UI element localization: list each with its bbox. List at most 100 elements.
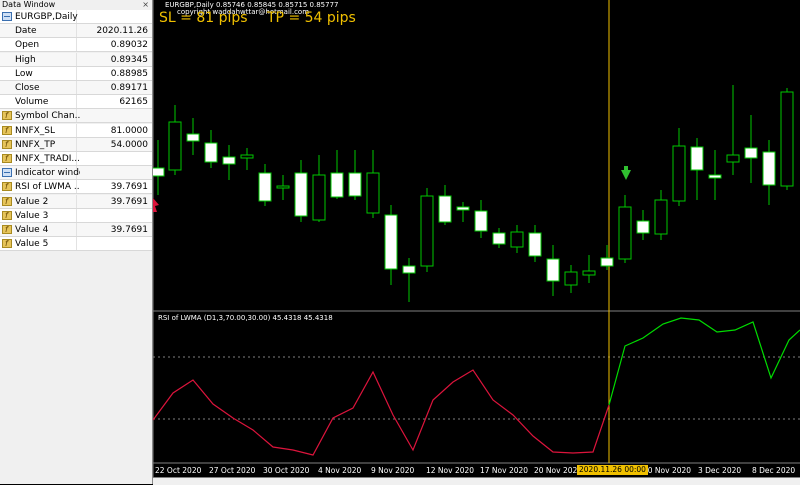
time-axis-label: 22 Oct 2020 — [155, 466, 202, 475]
indicator-icon — [2, 237, 12, 251]
time-axis-label: 12 Nov 2020 — [426, 466, 475, 475]
candle-body — [456, 206, 470, 211]
candle-body — [654, 199, 668, 235]
candle-body — [168, 121, 182, 171]
cursor-date-label: 2020.11.26 00:00 — [577, 465, 648, 475]
row-name: Value 2 — [15, 196, 49, 207]
row-value: 0.89032 — [110, 40, 148, 51]
row-name: RSI of LWMA ... — [15, 182, 80, 193]
row-value: 39.7691 — [110, 225, 148, 235]
data-window-row[interactable]: Volume 62165 — [0, 95, 152, 110]
candle-body — [384, 214, 398, 270]
row-name: Low — [15, 68, 33, 79]
candle-body — [492, 232, 506, 245]
candle-body — [690, 146, 704, 171]
data-window-title: Data Window — [0, 0, 152, 10]
row-name: Open — [15, 40, 40, 51]
candle-body — [312, 174, 326, 221]
chart-icon — [2, 168, 12, 178]
indicator-icon — [2, 180, 12, 194]
row-name: Indicator window 1 — [15, 168, 80, 179]
candle-body — [546, 258, 560, 282]
row-value: 54.0000 — [110, 139, 148, 150]
candle-body — [153, 167, 165, 177]
candle-body — [708, 174, 722, 179]
row-value: 81.0000 — [110, 125, 148, 136]
data-window-row[interactable]: Date 2020.11.26 — [0, 24, 152, 39]
data-window-row[interactable]: Value 3 — [0, 208, 152, 223]
arrow-up-icon — [153, 198, 159, 212]
indicator-icon — [2, 195, 12, 209]
data-window-row[interactable]: NNFX_SL 81.0000 — [0, 123, 152, 138]
candle-body — [330, 172, 344, 198]
time-axis-label: 30 Nov 2020 — [643, 466, 692, 475]
row-value: 0.89345 — [110, 54, 148, 65]
candle-body — [636, 220, 650, 234]
data-window-row[interactable]: RSI of LWMA ... 39.7691 — [0, 180, 152, 195]
data-window-row[interactable]: High 0.89345 — [0, 52, 152, 67]
rsi-line-down — [153, 369, 610, 456]
candle-body — [222, 156, 236, 165]
row-value: 39.7691 — [110, 196, 148, 207]
row-value: 2020.11.26 — [96, 26, 148, 37]
row-value: 0.88985 — [110, 68, 148, 79]
candle-body — [510, 231, 524, 248]
time-axis-label: 4 Nov 2020 — [318, 466, 362, 475]
data-window-panel: Data Window × EURGBP,Daily Date 2020.11.26… — [0, 0, 153, 484]
chart-canvas[interactable] — [153, 0, 800, 484]
candle-body — [186, 133, 200, 142]
candle-body — [474, 210, 488, 232]
data-window-row[interactable]: Close 0.89171 — [0, 81, 152, 95]
candle-body — [528, 232, 542, 257]
candle-body — [726, 154, 740, 163]
row-value: 39.7691 — [110, 182, 148, 193]
candle-body — [420, 195, 434, 267]
indicator-icon — [2, 124, 12, 138]
candle-body — [402, 265, 416, 274]
data-window-row[interactable]: Low 0.88985 — [0, 66, 152, 81]
row-name: Symbol Chan... — [15, 111, 80, 122]
arrow-down-stem — [624, 166, 628, 172]
indicator-icon — [2, 223, 12, 237]
indicator-icon — [2, 138, 12, 152]
candle-body — [672, 145, 686, 202]
candle-body — [258, 172, 272, 202]
tp-text: TP = 54 pips — [267, 10, 356, 26]
candle-body — [240, 154, 254, 159]
data-window-row[interactable]: Indicator window 1 — [0, 166, 152, 181]
data-window-row[interactable]: Open 0.89032 — [0, 38, 152, 53]
time-axis-label: 3 Dec 2020 — [698, 466, 742, 475]
data-window-row[interactable]: Value 4 39.7691 — [0, 223, 152, 237]
row-name: Value 3 — [15, 210, 49, 221]
chart-area[interactable]: EURGBP,Daily 0.85746 0.85845 0.85715 0.8… — [153, 0, 800, 484]
row-name: Date — [15, 26, 37, 37]
data-window-row[interactable]: NNFX_TRADI... — [0, 152, 152, 166]
rsi-indicator-label: RSI of LWMA (D1,3,70.00,30.00) 45.4318 4… — [158, 314, 333, 322]
row-name: Value 4 — [15, 225, 49, 235]
row-name: Close — [15, 83, 40, 93]
data-window-row[interactable]: NNFX_TP 54.0000 — [0, 137, 152, 152]
time-axis-label: 17 Nov 2020 — [480, 466, 529, 475]
candle-body — [744, 147, 758, 159]
data-window-row[interactable]: EURGBP,Daily — [0, 10, 152, 24]
time-axis-label: 30 Oct 2020 — [263, 466, 310, 475]
row-name: NNFX_TRADI... — [15, 154, 80, 164]
candle-body — [276, 185, 290, 189]
candle-body — [600, 257, 614, 267]
candle-body — [348, 172, 362, 197]
time-axis-label: 20 Nov 2020 — [534, 466, 583, 475]
indicator-icon — [2, 109, 12, 123]
candle-body — [564, 271, 578, 286]
candle-body — [366, 172, 380, 214]
time-axis-label: 27 Oct 2020 — [209, 466, 256, 475]
candle-body — [294, 172, 308, 217]
close-icon[interactable]: × — [142, 0, 149, 9]
candle-body — [582, 270, 596, 276]
row-name: NNFX_TP — [15, 139, 56, 150]
rsi-line-up — [608, 317, 800, 406]
data-window-row[interactable]: Symbol Chan... — [0, 109, 152, 124]
data-window-row[interactable]: Value 5 — [0, 237, 152, 252]
time-axis-label: 9 Nov 2020 — [371, 466, 415, 475]
data-window-row[interactable]: Value 2 39.7691 — [0, 194, 152, 209]
row-value: 62165 — [119, 97, 148, 108]
